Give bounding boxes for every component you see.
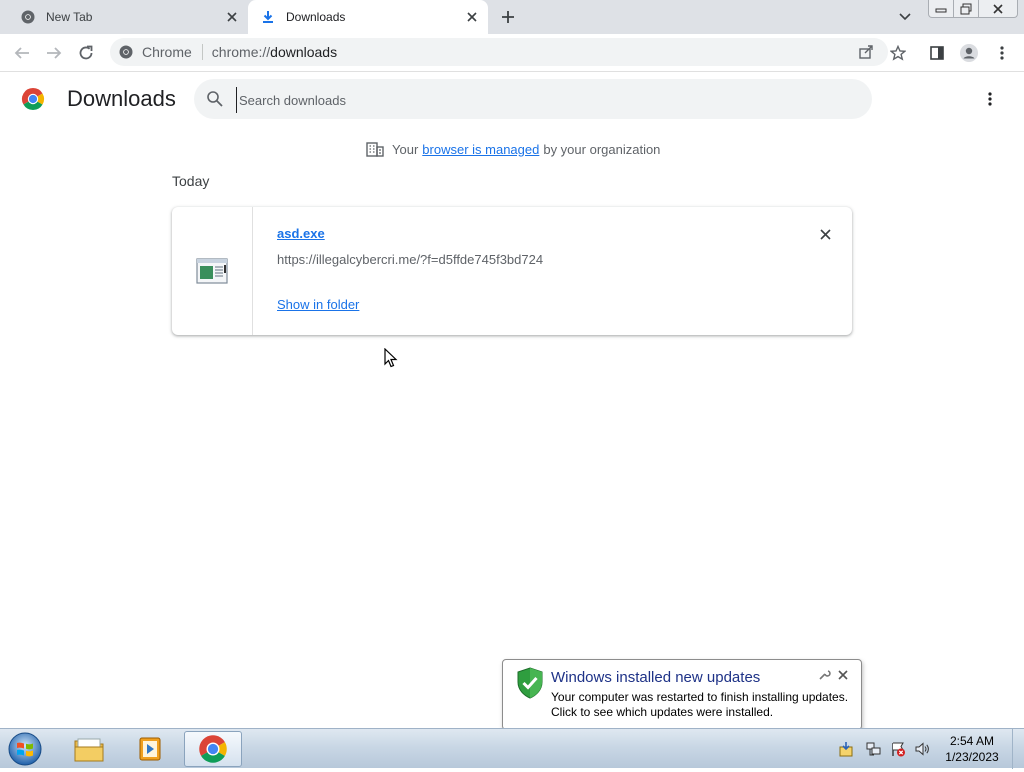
page-title: Downloads bbox=[67, 86, 176, 111]
show-in-folder-link[interactable]: Show in folder bbox=[277, 297, 359, 312]
show-desktop-button[interactable] bbox=[1012, 729, 1024, 769]
tab-new-tab[interactable]: New Tab bbox=[8, 0, 248, 34]
kebab-menu-icon[interactable] bbox=[980, 89, 1000, 109]
managed-suffix: by your organization bbox=[543, 141, 661, 157]
clock-date: 1/23/2023 bbox=[945, 750, 999, 764]
star-icon[interactable] bbox=[887, 42, 909, 64]
browser-toolbar: Chrome chrome://downloads bbox=[0, 34, 1024, 72]
download-item: asd.exe https://illegalcybercri.me/?f=d5… bbox=[172, 207, 852, 335]
flag-alert-icon[interactable] bbox=[890, 741, 906, 757]
file-explorer-icon[interactable] bbox=[60, 731, 118, 767]
notification-body-line1: Your computer was restarted to finish in… bbox=[551, 690, 849, 704]
clock-time: 2:54 AM bbox=[949, 734, 995, 748]
downloads-header: Downloads bbox=[0, 72, 1024, 128]
download-source-url: https://illegalcybercri.me/?f=d5ffde745f… bbox=[277, 252, 544, 267]
windows-start-icon[interactable] bbox=[5, 731, 45, 767]
download-icon bbox=[260, 9, 276, 25]
url-scheme: chrome:// bbox=[211, 44, 271, 60]
plus-icon[interactable] bbox=[498, 7, 518, 27]
shield-check-icon bbox=[516, 667, 544, 699]
chevron-down-icon[interactable] bbox=[896, 8, 914, 26]
wrench-icon[interactable] bbox=[817, 668, 831, 682]
network-icon[interactable] bbox=[866, 741, 882, 757]
managed-notice: Your browser is managed by your organiza… bbox=[366, 140, 660, 158]
close-tab-icon[interactable] bbox=[462, 7, 482, 27]
chrome-icon[interactable] bbox=[184, 731, 242, 767]
kebab-menu-icon[interactable] bbox=[991, 42, 1013, 64]
tab-downloads[interactable]: Downloads bbox=[248, 0, 488, 34]
share-icon[interactable] bbox=[857, 43, 875, 61]
address-bar[interactable]: Chrome chrome://downloads bbox=[110, 38, 888, 66]
file-icon-column bbox=[172, 207, 253, 335]
search-input[interactable] bbox=[236, 87, 841, 113]
search-downloads-box bbox=[194, 79, 872, 119]
close-tab-icon[interactable] bbox=[222, 7, 242, 27]
back-arrow-icon[interactable] bbox=[11, 42, 33, 64]
reload-icon[interactable] bbox=[75, 42, 97, 64]
notification-body-line2: Click to see which updates were installe… bbox=[551, 705, 774, 719]
mouse-cursor-icon bbox=[384, 347, 398, 368]
restore-icon[interactable] bbox=[953, 0, 979, 18]
site-chip: Chrome bbox=[142, 44, 192, 60]
tab-title: New Tab bbox=[46, 10, 93, 24]
windows-taskbar: 2:54 AM 1/23/2023 bbox=[0, 728, 1024, 769]
tab-strip: New Tab Downloads bbox=[0, 0, 1024, 34]
chrome-icon bbox=[118, 44, 134, 60]
close-notification-icon[interactable] bbox=[836, 668, 850, 682]
tab-title: Downloads bbox=[286, 10, 346, 24]
date-group-label: Today bbox=[172, 173, 210, 189]
windows-update-notification[interactable]: Windows installed new updates Your compu… bbox=[502, 659, 862, 739]
remove-download-icon[interactable] bbox=[816, 225, 834, 243]
action-center-icon[interactable] bbox=[838, 741, 854, 757]
divider bbox=[201, 44, 203, 60]
media-player-icon[interactable] bbox=[122, 731, 180, 767]
notification-title: Windows installed new updates bbox=[551, 669, 761, 686]
building-icon bbox=[366, 140, 384, 158]
forward-arrow-icon[interactable] bbox=[43, 42, 65, 64]
url-host: downloads bbox=[270, 44, 338, 60]
close-icon[interactable] bbox=[978, 0, 1018, 18]
volume-icon[interactable] bbox=[914, 741, 930, 757]
managed-prefix: Your bbox=[392, 141, 419, 157]
managed-link[interactable]: browser is managed bbox=[422, 142, 539, 157]
executable-file-icon bbox=[196, 257, 228, 285]
profile-icon[interactable] bbox=[958, 42, 980, 64]
chrome-icon bbox=[20, 9, 36, 25]
minimize-icon[interactable] bbox=[928, 0, 954, 18]
search-icon bbox=[206, 90, 224, 108]
download-file-name-link[interactable]: asd.exe bbox=[277, 226, 325, 241]
chrome-logo-icon bbox=[21, 87, 45, 111]
system-clock[interactable]: 2:54 AM 1/23/2023 bbox=[940, 733, 1004, 765]
side-panel-icon[interactable] bbox=[926, 42, 948, 64]
